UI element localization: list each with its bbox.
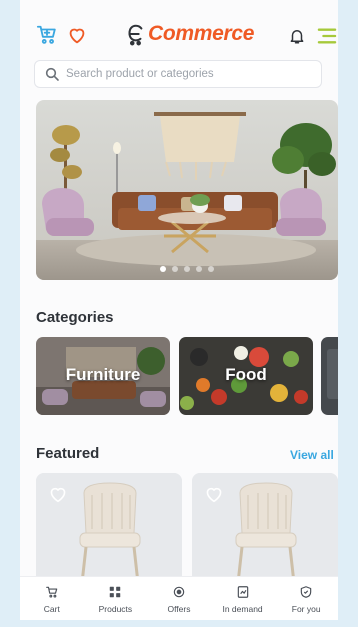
nav-item-cart[interactable]: Cart [20,577,84,620]
banner-image [36,100,338,280]
logo-text: Commerce [148,22,255,45]
favorite-icon[interactable] [48,485,68,503]
carousel-dot[interactable] [196,266,202,272]
category-label: Food [225,365,267,384]
trending-icon [237,586,248,598]
nav-item-in-demand[interactable]: In demand [211,577,275,620]
carousel-dot[interactable] [160,266,166,272]
search-input[interactable] [66,68,306,80]
heart-icon[interactable] [66,24,88,46]
brand-logo: Commerce [124,20,254,48]
carousel-dot[interactable] [184,266,190,272]
nav-label: Cart [43,604,60,614]
view-all-link[interactable]: View all [290,448,334,462]
bell-icon[interactable] [288,26,306,46]
cart-icon[interactable] [36,24,58,46]
carousel-dot[interactable] [172,266,178,272]
nav-label: Products [98,604,133,614]
category-label: Furniture [65,365,141,384]
nav-label: For you [291,604,321,614]
featured-title: Featured [36,445,100,462]
search-bar[interactable] [34,60,322,88]
top-header: Commerce [20,14,338,54]
offers-icon [173,586,185,598]
carousel-dot[interactable] [208,266,214,272]
cart-icon [45,586,58,598]
carousel-indicator [36,266,338,272]
categories-title: Categories [36,309,114,326]
category-image [321,337,338,415]
nav-label: Offers [167,604,191,614]
search-icon [45,67,59,81]
featured-product-card[interactable] [36,473,182,583]
nav-item-for-you[interactable]: For you [274,577,338,620]
favorite-icon[interactable] [204,485,224,503]
nav-label: In demand [222,604,263,614]
category-card-furniture[interactable]: Furniture [36,337,170,415]
grid-icon [110,586,121,598]
nav-item-offers[interactable]: Offers [147,577,211,620]
category-card-food[interactable]: Food [179,337,313,415]
app-screen: Commerce Search product or categories Ca… [20,0,338,620]
hero-banner[interactable] [36,100,338,280]
featured-product-card[interactable] [192,473,338,583]
logo-cart-icon [128,24,143,46]
category-card-partial[interactable] [321,337,338,415]
nav-item-products[interactable]: Products [84,577,148,620]
bottom-navigation: Cart Products Offers In demand For you [20,576,338,620]
menu-icon[interactable] [316,27,338,45]
shield-icon [300,586,312,598]
